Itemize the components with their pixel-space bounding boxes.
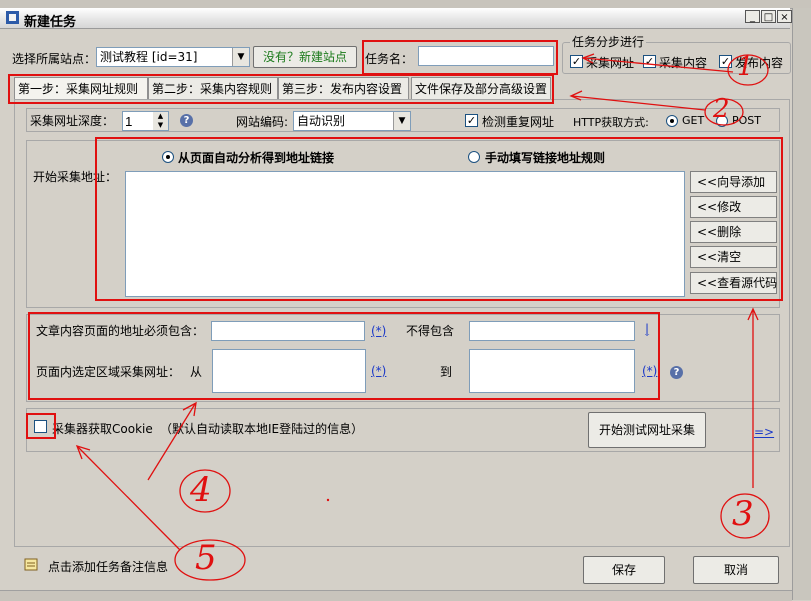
- depth-input[interactable]: [122, 111, 154, 131]
- site-label: 选择所属站点：: [12, 52, 97, 66]
- annotation-box-filters: [28, 312, 660, 400]
- get-label: GET: [682, 114, 705, 127]
- help-icon[interactable]: ?: [180, 114, 193, 127]
- step-url-label: 采集网址: [586, 56, 635, 70]
- background-taskbar-strip: [0, 590, 792, 601]
- steps-group-title: 任务分步进行: [570, 33, 647, 50]
- annotation-number-5: 5: [195, 538, 217, 578]
- chevron-down-icon: ▼: [393, 112, 410, 130]
- maximize-button[interactable]: □: [761, 10, 776, 23]
- next-arrow-link[interactable]: =>: [754, 425, 774, 439]
- encoding-label: 网站编码:: [236, 115, 289, 129]
- dedupe-label: 检测重复网址: [482, 115, 555, 129]
- site-select-value: 测试教程 [id=31]: [100, 50, 198, 64]
- encoding-select[interactable]: 自动识别 ▼: [293, 111, 411, 131]
- step-content-checkbox[interactable]: ✓: [643, 55, 656, 68]
- help-icon[interactable]: ?: [670, 366, 683, 379]
- new-site-button[interactable]: 没有？新建站点: [253, 46, 357, 68]
- http-method-label: HTTP获取方式:: [573, 116, 649, 129]
- cookie-label: 采集器获取Cookie: [52, 422, 153, 436]
- window-title: 新建任务: [24, 15, 77, 30]
- annotation-number-1: 1: [737, 52, 754, 82]
- annotation-number-3: 3: [732, 494, 754, 534]
- annotation-box-task-name: [362, 40, 558, 75]
- annotation-box-cookie: [26, 413, 56, 439]
- chevron-down-icon: ▼: [232, 48, 249, 66]
- cookie-hint: （默认自动读取本地IE登陆过的信息）: [160, 422, 364, 436]
- step-publish-checkbox[interactable]: ✓: [719, 55, 732, 68]
- site-select[interactable]: 测试教程 [id=31] ▼: [96, 47, 250, 67]
- annotation-box-start-url: [95, 137, 783, 301]
- test-url-collect-button[interactable]: 开始测试网址采集: [588, 412, 706, 448]
- annotation-box-tabs: [8, 74, 554, 104]
- get-radio[interactable]: [666, 115, 678, 127]
- encoding-select-value: 自动识别: [297, 114, 346, 128]
- minimize-button[interactable]: _: [745, 10, 760, 23]
- post-label: POST: [732, 114, 761, 127]
- step-url-checkbox[interactable]: ✓: [570, 55, 583, 68]
- cancel-button[interactable]: 取消: [693, 556, 779, 584]
- depth-stepper[interactable]: ▲ ▼: [153, 111, 169, 131]
- step-content-label: 采集内容: [659, 56, 708, 70]
- annotation-number-2: 2: [713, 94, 730, 124]
- save-button[interactable]: 保存: [583, 556, 665, 584]
- annotation-number-4: 4: [190, 470, 212, 510]
- note-icon: [24, 558, 38, 571]
- title-bar: [0, 8, 790, 29]
- close-button[interactable]: ×: [777, 10, 792, 23]
- app-icon: [6, 11, 19, 24]
- background-window-edge: [792, 8, 811, 600]
- depth-label: 采集网址深度：: [30, 114, 115, 128]
- add-note-link[interactable]: 点击添加任务备注信息: [48, 558, 168, 575]
- dedupe-checkbox[interactable]: ✓: [465, 114, 478, 127]
